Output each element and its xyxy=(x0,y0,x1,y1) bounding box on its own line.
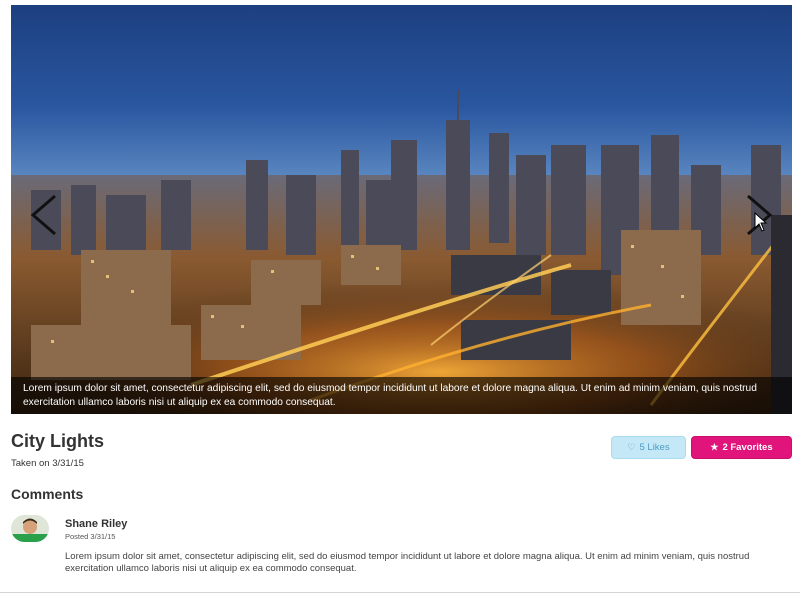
heart-outline-icon: ♡ xyxy=(627,442,636,452)
photo-taken-date: Taken on 3/31/15 xyxy=(11,458,84,469)
star-icon: ★ xyxy=(710,442,719,452)
favorites-label: 2 Favorites xyxy=(722,442,773,453)
likes-label: 5 Likes xyxy=(639,442,670,453)
photo-caption: Lorem ipsum dolor sit amet, consectetur … xyxy=(11,377,792,414)
comment-date: Posted 3/31/15 xyxy=(65,532,116,541)
mouse-cursor-icon xyxy=(754,212,768,232)
chevron-left-icon xyxy=(30,194,56,236)
previous-photo-button[interactable] xyxy=(25,192,65,238)
photo-viewer: Lorem ipsum dolor sit amet, consectetur … xyxy=(11,5,792,414)
likes-button[interactable]: ♡ 5 Likes xyxy=(611,436,686,459)
favorites-button[interactable]: ★ 2 Favorites xyxy=(691,436,792,459)
divider xyxy=(0,592,800,593)
comment-author[interactable]: Shane Riley xyxy=(65,518,127,530)
comments-heading: Comments xyxy=(11,486,84,502)
avatar xyxy=(11,515,49,542)
photo-title: City Lights xyxy=(11,431,104,451)
comment-body: Lorem ipsum dolor sit amet, consectetur … xyxy=(65,551,750,574)
city-lights-photo xyxy=(11,5,792,414)
